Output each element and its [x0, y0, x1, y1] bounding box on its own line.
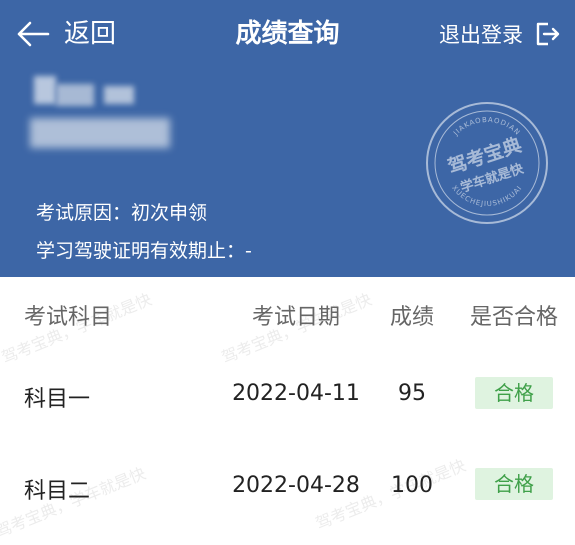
back-label: 返回 — [64, 19, 117, 49]
logout-label: 退出登录 — [439, 23, 523, 47]
header-subject: 考试科目 — [24, 305, 113, 330]
header: 返回 成绩查询 退出登录 JIAKAOBAODIAN XUECHEJIUSHIK… — [0, 0, 575, 277]
svg-text:JIAKAOBAODIAN: JIAKAOBAODIAN — [451, 116, 522, 138]
score-table: 驾考宝典，学车就是快 驾考宝典，学车就是快 驾考宝典，学车就是快 驾考宝典，学车… — [0, 277, 575, 545]
blurred-name — [34, 76, 56, 104]
row-subject: 科目一 — [24, 387, 91, 412]
logout-icon — [536, 22, 560, 46]
blurred-name — [56, 84, 94, 106]
pass-badge: 合格 — [475, 468, 553, 500]
permit-validity: 学习驾驶证明有效期止：- — [36, 240, 252, 262]
row-date: 2022-04-28 — [232, 473, 360, 498]
exam-reason: 考试原因：初次申领 — [36, 202, 208, 224]
header-pass: 是否合格 — [469, 305, 558, 330]
row-date: 2022-04-11 — [232, 381, 360, 406]
logout-button[interactable]: 退出登录 — [439, 14, 561, 54]
blurred-name — [104, 86, 134, 104]
pass-badge: 合格 — [475, 377, 553, 409]
header-date: 考试日期 — [251, 305, 340, 330]
header-score: 成绩 — [389, 305, 434, 330]
arrow-left-icon — [17, 21, 50, 47]
jiakaobaodian-seal: JIAKAOBAODIAN XUECHEJIUSHIKUAI 驾考宝典 学车就是… — [426, 102, 548, 224]
row-subject: 科目二 — [24, 479, 91, 504]
row-score: 95 — [398, 381, 426, 406]
back-button[interactable]: 返回 — [16, 14, 116, 54]
blurred-id-number — [30, 118, 170, 148]
row-score: 100 — [391, 473, 433, 498]
